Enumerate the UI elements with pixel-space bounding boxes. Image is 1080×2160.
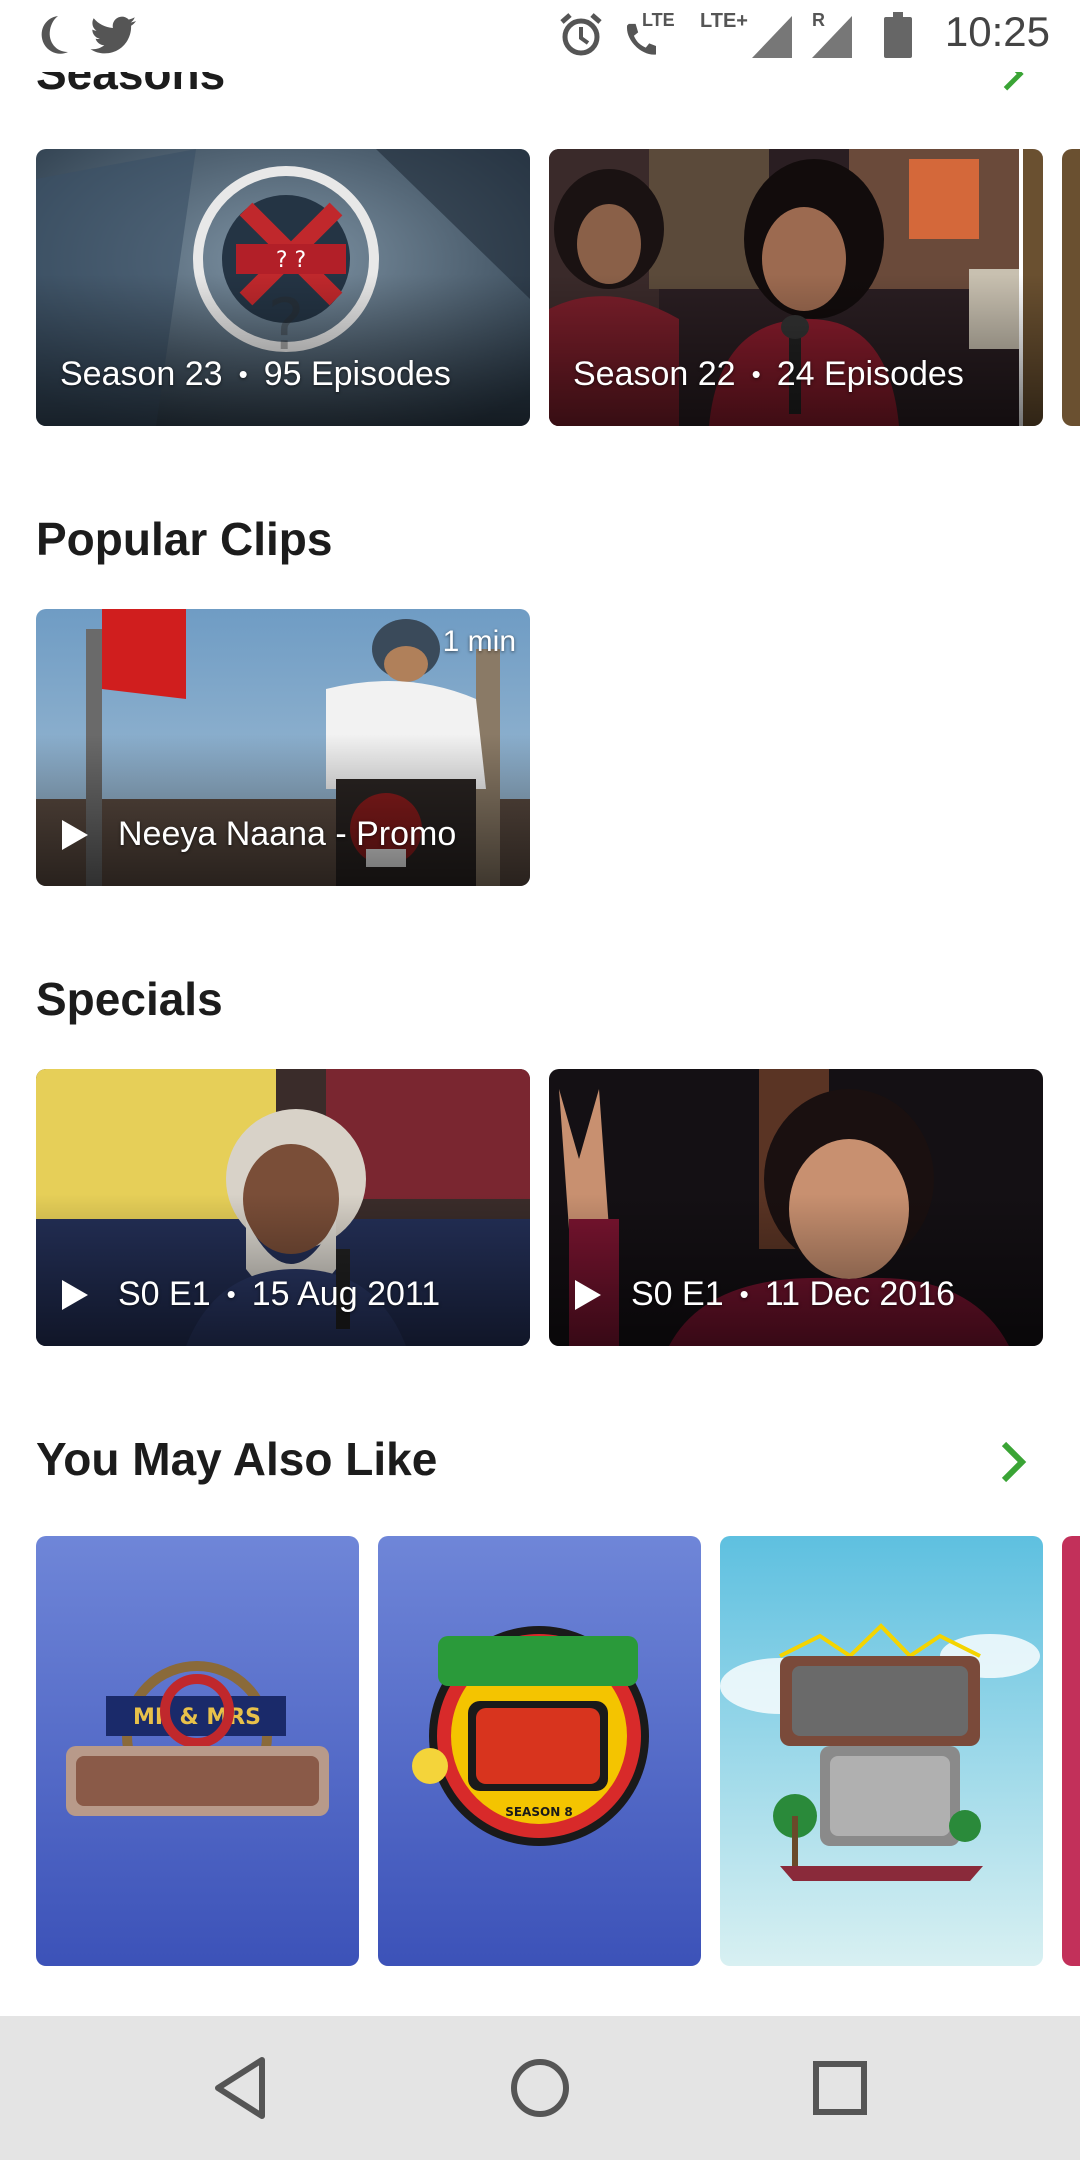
popular-clips-section-title: Popular Clips [36, 513, 333, 565]
poster-art: SEASON 8 [378, 1536, 701, 1966]
card-scrim [36, 733, 530, 886]
episode-label: S0 E1 [118, 1275, 211, 1313]
show-poster-peek[interactable] [1062, 1536, 1080, 1966]
play-icon[interactable] [60, 818, 90, 852]
season-card-22[interactable]: Season 22 • 24 Episodes [549, 149, 1043, 426]
poster-text: SEASON 8 [505, 1805, 573, 1819]
show-poster-kalakka-povadhu-yaaru[interactable]: SEASON 8 [378, 1536, 701, 1966]
signal-icon [752, 16, 792, 58]
season-23-meta: Season 23 • 95 Episodes [60, 355, 451, 394]
special-card-2[interactable]: S0 E1 • 11 Dec 2016 [549, 1069, 1043, 1346]
season-card-23[interactable]: ? ? ? Season 23 • 95 Episodes [36, 149, 530, 426]
poster-art: MR & MRS [36, 1536, 359, 1966]
specials-section-title: Specials [36, 973, 223, 1025]
poster-text: MR & MRS [133, 1705, 261, 1730]
roaming-label: R [812, 10, 825, 30]
clip-title: Neeya Naana - Promo [118, 815, 457, 853]
lte-label: LTE [642, 10, 675, 30]
special-card-1[interactable]: S0 E1 • 15 Aug 2011 [36, 1069, 530, 1346]
season-card-peek[interactable] [1062, 149, 1080, 426]
clip-meta: Neeya Naana - Promo [60, 815, 456, 854]
card-scrim [36, 1193, 530, 1346]
card-scrim [36, 273, 530, 426]
roaming-signal-icon: R [808, 10, 854, 60]
card-scrim [549, 273, 1043, 426]
season-label: Season 22 [573, 355, 736, 393]
season-label: Season 23 [60, 355, 223, 393]
show-poster-mr-mrs-chinnathirai[interactable]: MR & MRS [36, 1536, 359, 1966]
season-22-meta: Season 22 • 24 Episodes [573, 355, 964, 394]
svg-text:? ?: ? ? [276, 248, 306, 273]
play-icon[interactable] [60, 1278, 90, 1312]
episode-label: S0 E1 [631, 1275, 724, 1313]
alarm-icon [560, 13, 602, 56]
clip-card[interactable]: 1 min Neeya Naana - Promo [36, 609, 530, 886]
system-nav-bar [0, 2016, 1080, 2160]
recents-icon[interactable] [804, 2052, 876, 2124]
you-may-also-like-chevron-icon[interactable] [994, 1440, 1030, 1484]
separator-dot: • [226, 1279, 236, 1309]
battery-icon [884, 12, 912, 58]
volte-call-icon: LTE [622, 10, 682, 60]
clip-duration: 1 min [442, 625, 516, 658]
episodes-count: 24 Episodes [776, 355, 964, 393]
moon-icon [41, 16, 68, 54]
separator-dot: • [751, 359, 761, 389]
status-time: 10:25 [944, 8, 1050, 55]
show-poster-raja-rani-veedu[interactable] [720, 1536, 1043, 1966]
special-1-meta: S0 E1 • 15 Aug 2011 [60, 1275, 440, 1314]
episodes-count: 95 Episodes [263, 355, 451, 393]
card-scrim [549, 1193, 1043, 1346]
air-date: 11 Dec 2016 [764, 1275, 956, 1313]
air-date: 15 Aug 2011 [251, 1275, 441, 1313]
lte-plus-icon: LTE+ [700, 10, 748, 32]
you-may-also-like-section-title: You May Also Like [36, 1433, 438, 1485]
back-icon[interactable] [206, 2052, 278, 2124]
status-bar: LTE LTE+ R 10:25 [0, 0, 1080, 72]
play-icon[interactable] [573, 1278, 603, 1312]
home-icon[interactable] [504, 2052, 576, 2124]
separator-dot: • [238, 359, 248, 389]
special-2-meta: S0 E1 • 11 Dec 2016 [573, 1275, 955, 1314]
twitter-icon [90, 16, 136, 54]
poster-art [720, 1536, 1043, 1966]
separator-dot: • [739, 1279, 749, 1309]
